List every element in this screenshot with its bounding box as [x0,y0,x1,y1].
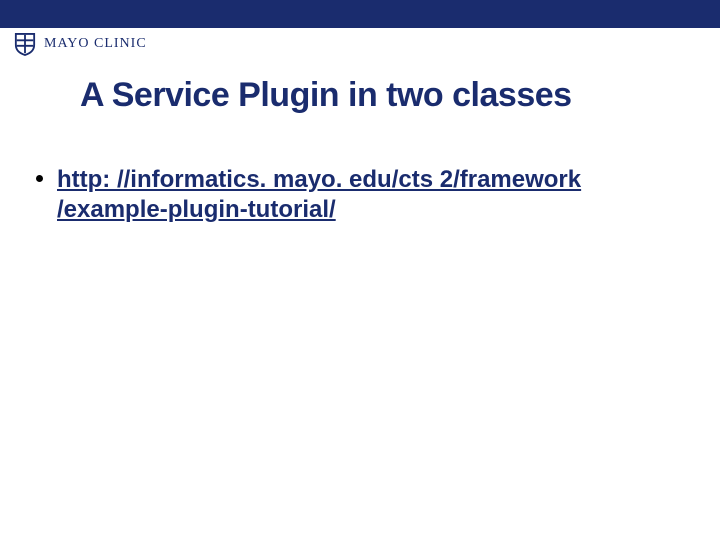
slide-title: A Service Plugin in two classes [80,76,720,115]
bullet-item: http: //informatics. mayo. edu/cts 2/fra… [36,165,684,225]
brand-text: MAYO CLINIC [44,36,147,52]
slide-body: http: //informatics. mayo. edu/cts 2/fra… [36,165,684,225]
mayo-shield-icon [14,32,36,56]
logo-row: MAYO CLINIC [0,28,720,60]
top-bar [0,0,720,28]
bullet-dot-icon [36,175,43,182]
tutorial-link[interactable]: http: //informatics. mayo. edu/cts 2/fra… [57,165,677,225]
